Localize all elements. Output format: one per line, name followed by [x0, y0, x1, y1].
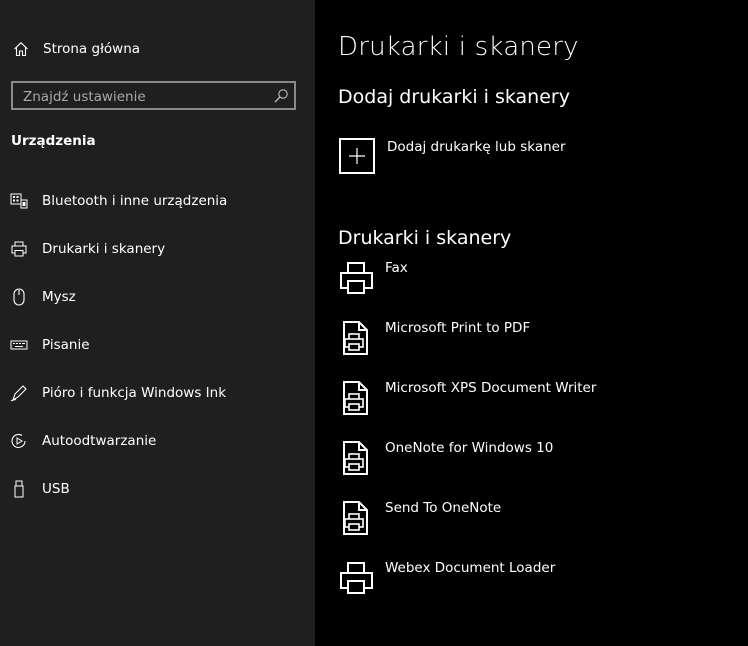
add-section-title: Dodaj drukarki i skanery — [338, 86, 570, 108]
usb-icon — [10, 480, 28, 498]
sidebar-item-label: Autoodtwarzanie — [42, 433, 157, 449]
printer-icon — [10, 240, 28, 258]
sidebar-item-typing[interactable]: Pisanie — [10, 333, 90, 357]
sidebar-item-label: Pióro i funkcja Windows Ink — [42, 385, 227, 401]
pen-icon — [10, 384, 28, 402]
sidebar-item-pen[interactable]: Pióro i funkcja Windows Ink — [10, 381, 226, 405]
sidebar-item-label: Mysz — [42, 289, 76, 305]
printer-name: Microsoft Print to PDF — [385, 320, 531, 336]
plus-icon — [339, 138, 375, 174]
printer-name: OneNote for Windows 10 — [385, 440, 554, 456]
document-printer-icon — [339, 380, 375, 416]
search-input[interactable] — [21, 83, 275, 110]
search-icon[interactable] — [273, 88, 289, 104]
printer-item-pdf[interactable]: Microsoft Print to PDF — [339, 320, 530, 364]
printer-name: Webex Document Loader — [385, 560, 556, 576]
printer-icon — [339, 560, 375, 596]
home-nav-item[interactable]: Strona główna — [12, 38, 140, 60]
printer-item-fax[interactable]: Fax — [339, 260, 408, 304]
sidebar-item-mouse[interactable]: Mysz — [10, 285, 76, 309]
page-title: Drukarki i skanery — [338, 32, 579, 62]
printer-item-onenote-win10[interactable]: OneNote for Windows 10 — [339, 440, 553, 484]
printer-name: Fax — [385, 260, 408, 276]
sidebar-item-label: Bluetooth i inne urządzenia — [42, 193, 228, 209]
sidebar-item-bluetooth[interactable]: Bluetooth i inne urządzenia — [10, 189, 227, 213]
keyboard-icon — [10, 336, 28, 354]
sidebar-item-label: Pisanie — [42, 337, 90, 353]
add-printer-label: Dodaj drukarkę lub skaner — [387, 139, 566, 155]
add-printer-button[interactable]: Dodaj drukarkę lub skaner — [339, 138, 566, 174]
fax-printer-icon — [339, 260, 375, 296]
sidebar: Strona główna Urządzenia Bluetooth i inn… — [0, 0, 315, 646]
sidebar-item-autoplay[interactable]: Autoodtwarzanie — [10, 429, 156, 453]
document-printer-icon — [339, 440, 375, 476]
sidebar-item-usb[interactable]: USB — [10, 477, 70, 501]
mouse-icon — [10, 288, 28, 306]
main-panel: Drukarki i skanery Dodaj drukarki i skan… — [315, 0, 748, 646]
sidebar-item-printers[interactable]: Drukarki i skanery — [10, 237, 165, 261]
home-icon — [12, 40, 30, 58]
sidebar-item-label: USB — [42, 481, 70, 497]
printer-item-xps[interactable]: Microsoft XPS Document Writer — [339, 380, 596, 424]
printer-name: Microsoft XPS Document Writer — [385, 380, 597, 396]
autoplay-icon — [10, 432, 28, 450]
printers-section-title: Drukarki i skanery — [338, 227, 512, 249]
printer-item-webex[interactable]: Webex Document Loader — [339, 560, 555, 604]
printer-name: Send To OneNote — [385, 500, 502, 516]
printer-item-send-to-onenote[interactable]: Send To OneNote — [339, 500, 501, 544]
home-label: Strona główna — [43, 41, 141, 57]
bluetooth-devices-icon — [10, 192, 28, 210]
section-title: Urządzenia — [11, 133, 96, 149]
sidebar-item-label: Drukarki i skanery — [42, 241, 166, 257]
search-box[interactable] — [11, 81, 296, 110]
document-printer-icon — [339, 320, 375, 356]
document-printer-icon — [339, 500, 375, 536]
